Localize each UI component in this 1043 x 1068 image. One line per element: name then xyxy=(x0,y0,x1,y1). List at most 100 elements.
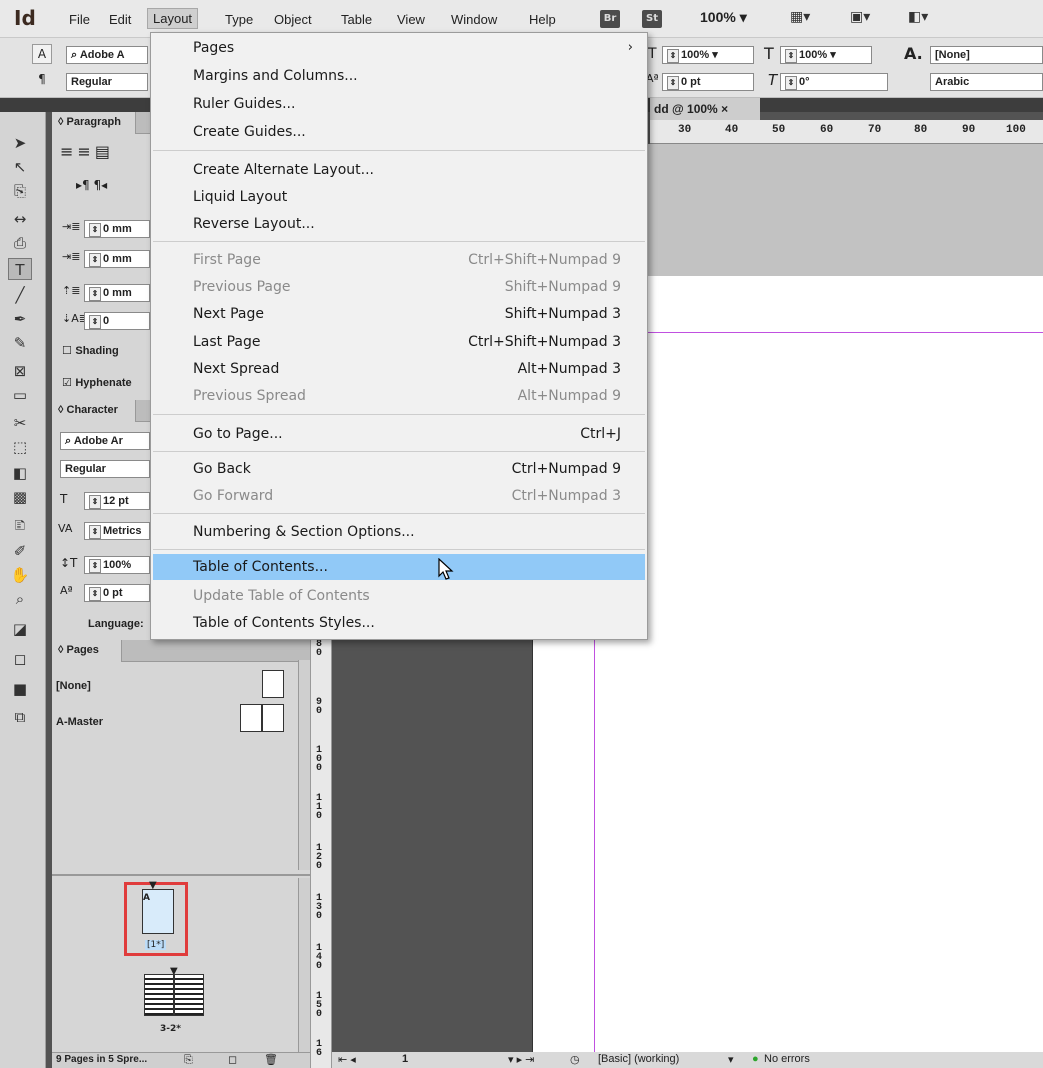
paragraph-align-icons[interactable]: ≡≡▤ xyxy=(60,142,114,161)
menu-item-next-spread[interactable]: Next Spread Alt+Numpad 3 xyxy=(153,356,645,382)
menu-item-margins-columns[interactable]: Margins and Columns... xyxy=(153,63,645,89)
preflight-profile[interactable]: [Basic] (working) xyxy=(598,1053,679,1065)
a-master-left-thumb[interactable] xyxy=(240,704,262,732)
direct-selection-tool-icon[interactable]: ↖ xyxy=(8,156,32,178)
menu-item-go-back[interactable]: Go Back Ctrl+Numpad 9 xyxy=(153,456,645,482)
menu-item-pages[interactable]: Pages › xyxy=(153,35,645,61)
menu-item-liquid-layout[interactable]: Liquid Layout xyxy=(153,184,645,210)
menu-item-table-of-contents[interactable]: Table of Contents... xyxy=(153,554,645,580)
menu-item-go-to-page[interactable]: Go to Page... Ctrl+J xyxy=(153,421,645,447)
pages-scrollbar[interactable] xyxy=(298,878,310,1054)
font-size-field[interactable]: ⇕ 12 pt xyxy=(84,492,150,510)
rectangle-frame-tool-icon[interactable]: ⊠ xyxy=(8,360,32,382)
vertical-scale-field[interactable]: ⇕ 100% ▾ xyxy=(662,46,754,64)
screen-mode-icon[interactable]: ▣▾ xyxy=(850,9,878,29)
rectangle-tool-icon[interactable]: ▭ xyxy=(8,384,32,406)
next-page-nav-icon[interactable]: ▾ ▸ ⇥ xyxy=(508,1053,534,1066)
spread-left-thumb[interactable] xyxy=(144,974,174,1016)
menu-item-table-of-contents-styles[interactable]: Table of Contents Styles... xyxy=(153,610,645,636)
hand-tool-icon[interactable]: ✋ xyxy=(8,564,32,586)
shading-checkbox[interactable]: ☐ Shading xyxy=(62,344,119,357)
menu-item-ruler-guides[interactable]: Ruler Guides... xyxy=(153,91,645,117)
baseline-panel-field[interactable]: ⇕ 0 pt xyxy=(84,584,150,602)
menu-layout[interactable]: Layout xyxy=(147,8,199,29)
menu-item-last-page[interactable]: Last Page Ctrl+Shift+Numpad 3 xyxy=(153,329,645,355)
paragraph-direction-icons[interactable]: ▸¶ ¶◂ xyxy=(76,178,107,192)
delete-page-icon[interactable]: 🗑 xyxy=(264,1053,278,1066)
paragraph-panel-tab[interactable]: ◊ Paragraph xyxy=(52,112,136,134)
document-tab[interactable]: dd @ 100% × xyxy=(650,98,760,120)
first-page-nav-icon[interactable]: ⇤ ◂ xyxy=(338,1053,356,1066)
character-formatting-button[interactable]: A xyxy=(32,44,52,64)
menu-object[interactable]: Object xyxy=(269,10,317,29)
menu-item-create-guides[interactable]: Create Guides... xyxy=(153,119,645,145)
scissors-tool-icon[interactable]: ✂ xyxy=(8,412,32,434)
menu-view[interactable]: View xyxy=(392,10,430,29)
menu-item-numbering-section[interactable]: Numbering & Section Options... xyxy=(153,519,645,545)
menu-table[interactable]: Table xyxy=(336,10,377,29)
horizontal-scale-field[interactable]: ⇕ 100% ▾ xyxy=(780,46,872,64)
font-style-field[interactable]: Regular xyxy=(66,73,148,91)
menu-window[interactable]: Window xyxy=(446,10,502,29)
language-field[interactable]: Arabic xyxy=(930,73,1043,91)
menu-item-reverse-layout[interactable]: Reverse Layout... xyxy=(153,211,645,237)
drop-cap-field[interactable]: ⇕ 0 xyxy=(84,312,150,330)
preflight-dropdown-icon[interactable]: ▾ xyxy=(728,1053,734,1066)
left-indent-field[interactable]: ⇕ 0 mm xyxy=(84,220,150,238)
pages-panel-tab[interactable]: ◊ Pages xyxy=(52,640,122,662)
fill-stroke-icon[interactable]: ◪ xyxy=(8,618,32,640)
line-tool-icon[interactable]: ╱ xyxy=(8,284,32,306)
menu-type[interactable]: Type xyxy=(220,10,258,29)
none-master-thumb[interactable] xyxy=(262,670,284,698)
free-transform-tool-icon[interactable]: ⬚ xyxy=(8,436,32,458)
a-master-right-thumb[interactable] xyxy=(262,704,284,732)
type-tool-icon[interactable]: T xyxy=(8,258,32,280)
character-style-select[interactable]: Regular xyxy=(60,460,150,478)
page-1-thumb[interactable]: A xyxy=(142,889,174,934)
content-collector-icon[interactable]: ⎙ xyxy=(8,232,32,254)
zoom-tool-icon[interactable]: ⌕ xyxy=(8,588,32,610)
first-line-indent-field[interactable]: ⇕ 0 mm xyxy=(84,250,150,268)
gradient-feather-tool-icon[interactable]: ▩ xyxy=(8,486,32,508)
menu-item-shortcut: Ctrl+Numpad 9 xyxy=(511,461,621,477)
character-font-field[interactable]: ⌕ Adobe Ar xyxy=(60,432,150,450)
gap-tool-icon[interactable]: ↔ xyxy=(8,208,32,230)
pencil-tool-icon[interactable]: ✎ xyxy=(8,332,32,354)
skew-field[interactable]: ⇕ 0° xyxy=(780,73,888,91)
edit-page-size-icon[interactable]: ⎘ xyxy=(184,1053,193,1067)
font-search-field[interactable]: ⌕ Adobe A xyxy=(66,46,148,64)
formatting-affects-container-icon[interactable]: ◻ xyxy=(8,648,32,670)
pen-tool-icon[interactable]: ✒ xyxy=(8,308,32,330)
spread-right-thumb[interactable] xyxy=(174,974,204,1016)
gradient-swatch-tool-icon[interactable]: ◧ xyxy=(8,462,32,484)
screen-mode-normal-icon[interactable]: ⧉ xyxy=(8,706,32,728)
page-number-field[interactable]: 1 xyxy=(402,1053,408,1065)
note-tool-icon[interactable]: 🗈 xyxy=(8,514,32,536)
space-before-field[interactable]: ⇕ 0 mm xyxy=(84,284,150,302)
eyedropper-tool-icon[interactable]: ✐ xyxy=(8,540,32,562)
baseline-shift-field[interactable]: ⇕ 0 pt xyxy=(662,73,754,91)
kerning-field[interactable]: ⇕ Metrics xyxy=(84,522,150,540)
leading-field[interactable]: ⇕ 100% xyxy=(84,556,150,574)
new-page-icon[interactable]: ◻ xyxy=(228,1053,237,1066)
page-tool-icon[interactable]: ⎘ xyxy=(8,180,32,202)
apply-color-icon[interactable]: ■ xyxy=(8,678,32,700)
menu-item-create-alternate-layout[interactable]: Create Alternate Layout... xyxy=(153,157,645,183)
document-tab-close[interactable]: × xyxy=(721,102,728,116)
zoom-level[interactable]: 100% ▾ xyxy=(700,9,747,26)
view-options-icon[interactable]: ▦▾ xyxy=(790,9,818,29)
bridge-button[interactable]: Br xyxy=(600,10,620,28)
menu-file[interactable]: File xyxy=(64,10,95,29)
stock-button[interactable]: St xyxy=(642,10,662,28)
character-panel-tab[interactable]: ◊ Character xyxy=(52,400,136,422)
menu-help[interactable]: Help xyxy=(524,10,561,29)
menu-edit[interactable]: Edit xyxy=(104,10,136,29)
hyphenate-checkbox[interactable]: ☑ Hyphenate xyxy=(62,376,132,389)
menu-item-next-page[interactable]: Next Page Shift+Numpad 3 xyxy=(153,301,645,327)
paragraph-formatting-button[interactable]: ¶ xyxy=(32,70,52,90)
character-style-field[interactable]: [None] xyxy=(930,46,1043,64)
errors-status[interactable]: No errors xyxy=(764,1053,810,1065)
master-scrollbar[interactable] xyxy=(298,660,310,870)
selection-tool-icon[interactable]: ➤ xyxy=(8,132,32,154)
arrange-documents-icon[interactable]: ◧▾ xyxy=(908,9,936,29)
